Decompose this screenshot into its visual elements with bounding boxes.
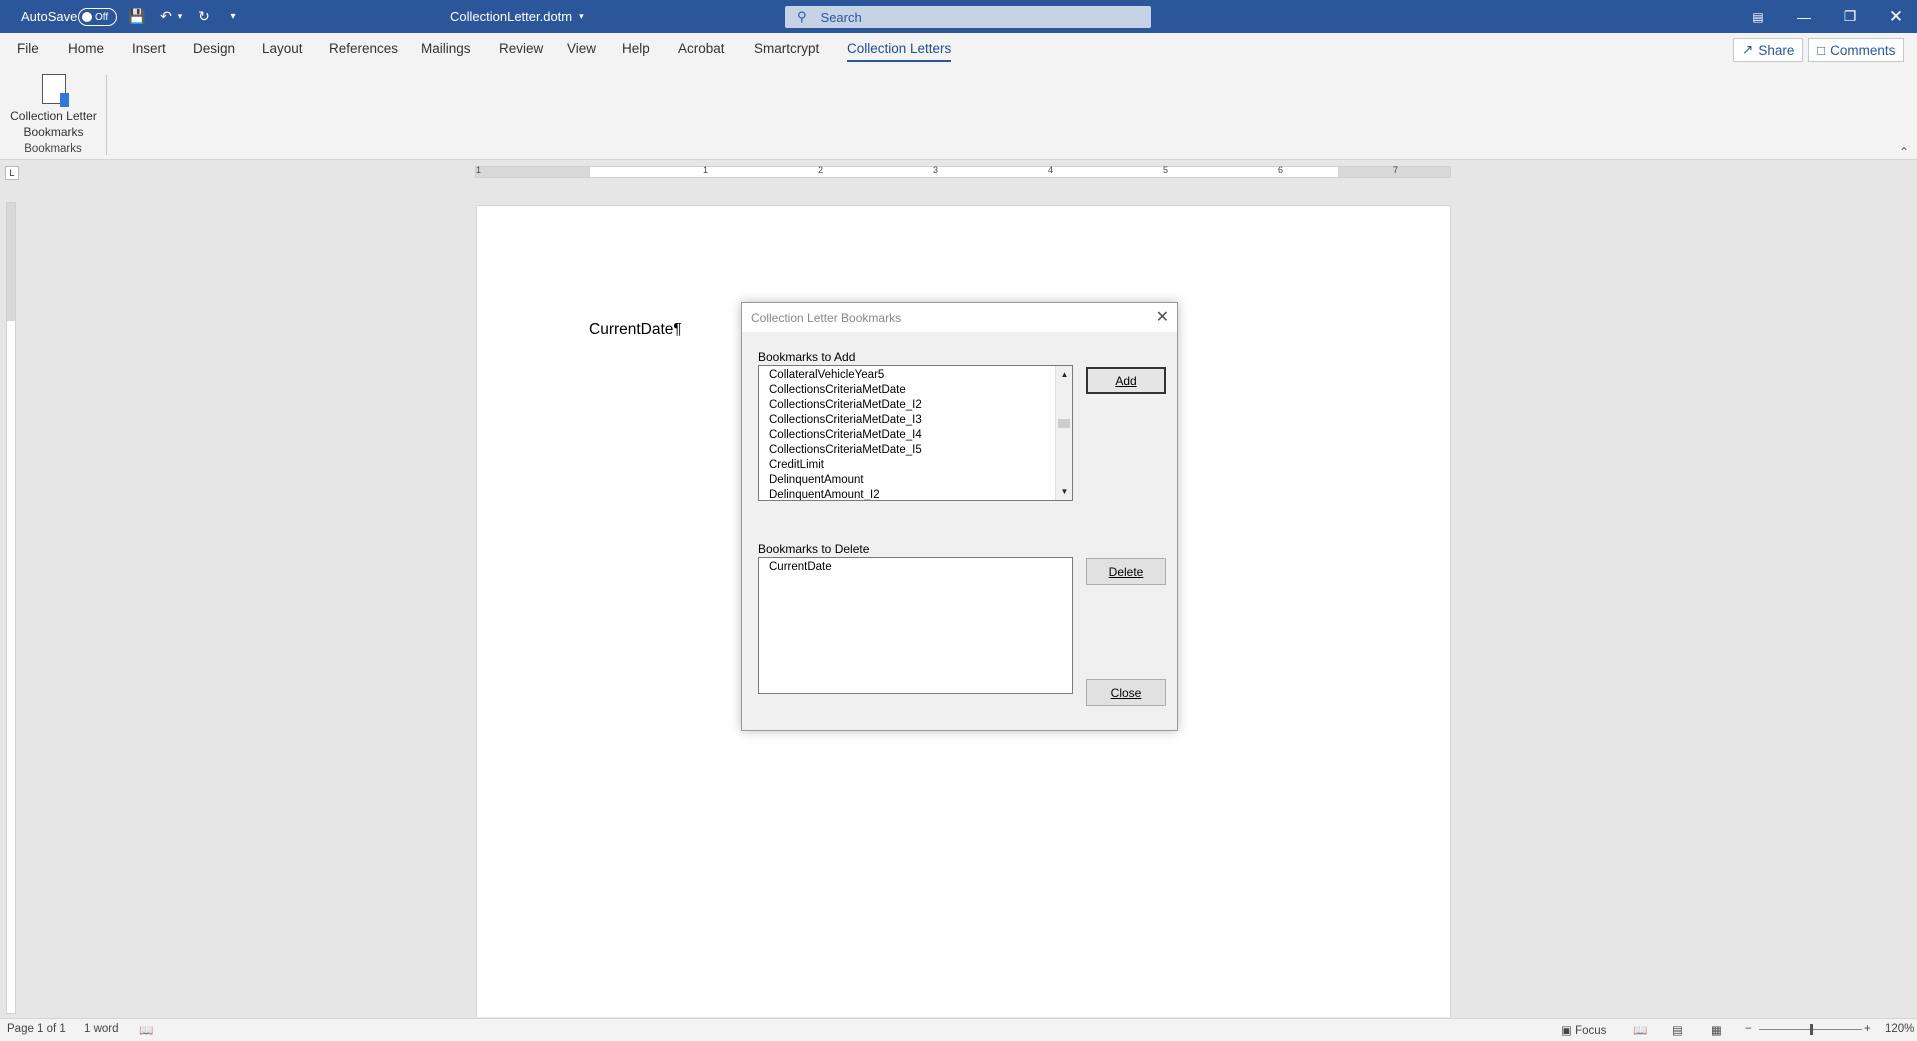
tab-view[interactable]: View <box>567 41 596 56</box>
ribbon-tabs: File Home Insert Design Layout Reference… <box>0 33 1917 67</box>
delete-bookmarks-list[interactable]: CurrentDate <box>758 557 1073 694</box>
focus-button[interactable]: ▣ Focus <box>1561 1023 1606 1037</box>
tab-file[interactable]: File <box>17 41 39 56</box>
list-item[interactable]: CurrentDate <box>759 560 1072 575</box>
toggle-knob-icon <box>82 12 92 22</box>
comments-button[interactable]: □ Comments <box>1808 38 1905 62</box>
restore-icon[interactable]: ❐ <box>1827 0 1873 33</box>
tab-selector[interactable]: L <box>5 166 19 180</box>
list-item[interactable]: DelinquentAmount <box>759 473 1072 488</box>
delete-button[interactable]: Delete <box>1086 558 1166 585</box>
tab-review[interactable]: Review <box>499 41 543 56</box>
ribbon-display-options-icon[interactable]: ▤ <box>1735 0 1781 33</box>
ribbon-separator <box>106 75 107 155</box>
focus-icon: ▣ <box>1561 1025 1576 1037</box>
tab-help[interactable]: Help <box>622 41 650 56</box>
list-item[interactable]: CollectionsCriteriaMetDate_I4 <box>759 428 1072 443</box>
autosave-toggle[interactable]: Off <box>78 8 117 26</box>
undo-icon[interactable]: ↶ <box>156 0 176 33</box>
tab-layout[interactable]: Layout <box>262 41 303 56</box>
document-text[interactable]: CurrentDate¶ <box>589 321 682 339</box>
close-window-icon[interactable]: ✕ <box>1873 0 1917 33</box>
dialog-close-icon[interactable]: ✕ <box>1156 307 1169 327</box>
bookmarks-dialog: Collection Letter Bookmarks ✕ Bookmarks … <box>741 302 1178 731</box>
minimize-icon[interactable]: — <box>1781 0 1827 33</box>
web-layout-icon[interactable]: ▦ <box>1711 1023 1722 1037</box>
zoom-out-icon[interactable]: − <box>1745 1023 1752 1035</box>
list-item[interactable]: CollateralVehicleYear5 <box>759 368 1072 383</box>
read-mode-icon[interactable]: 📖 <box>1633 1023 1647 1037</box>
proofing-icon[interactable]: 📖 <box>139 1023 153 1037</box>
page-count[interactable]: Page 1 of 1 <box>7 1023 66 1035</box>
search-box[interactable]: ⚲ Search <box>785 6 1151 28</box>
list-item[interactable]: CreditLimit <box>759 458 1072 473</box>
list-item[interactable]: DelinquentAmount_I2 <box>759 488 1072 500</box>
search-placeholder: Search <box>820 9 862 25</box>
scroll-thumb[interactable] <box>1058 419 1070 428</box>
print-layout-icon[interactable]: ▤ <box>1672 1023 1683 1037</box>
title-bar: AutoSave Off 💾 ↶ ▾ ↻ ▾ CollectionLetter.… <box>0 0 1917 33</box>
title-dropdown-icon: ▾ <box>579 11 584 21</box>
delete-list-label: Bookmarks to Delete <box>758 542 870 556</box>
add-bookmarks-list[interactable]: CollateralVehicleYear5 CollectionsCriter… <box>758 365 1073 501</box>
document-title[interactable]: CollectionLetter.dotm ▾ <box>450 0 584 33</box>
ribbon-group-label: Bookmarks <box>24 143 82 155</box>
tab-insert[interactable]: Insert <box>132 41 166 56</box>
collection-letter-bookmarks-button[interactable]: Collection Letter Bookmarks <box>6 71 101 141</box>
add-list-label: Bookmarks to Add <box>758 350 856 364</box>
save-icon[interactable]: 💾 <box>127 0 147 33</box>
undo-dropdown-icon[interactable]: ▾ <box>174 0 186 33</box>
list-scrollbar[interactable]: ▲ ▼ <box>1055 366 1072 500</box>
dialog-titlebar[interactable]: Collection Letter Bookmarks ✕ <box>742 303 1177 332</box>
customize-qat-icon[interactable]: ▾ <box>223 0 243 33</box>
close-button[interactable]: Close <box>1086 679 1166 706</box>
word-count[interactable]: 1 word <box>84 1023 119 1035</box>
autosave-label: AutoSave <box>21 9 78 24</box>
comment-icon: □ <box>1817 42 1826 58</box>
share-icon: ↗ <box>1742 42 1754 57</box>
tab-acrobat[interactable]: Acrobat <box>678 41 725 56</box>
tab-references[interactable]: References <box>329 41 398 56</box>
zoom-level[interactable]: 120% <box>1885 1023 1914 1035</box>
tab-collection-letters[interactable]: Collection Letters <box>847 41 952 62</box>
list-item[interactable]: CollectionsCriteriaMetDate_I2 <box>759 398 1072 413</box>
status-bar: Page 1 of 1 1 word 📖 ▣ Focus 📖 ▤ ▦ − + 1… <box>0 1018 1917 1041</box>
tab-smartcrypt[interactable]: Smartcrypt <box>754 41 819 56</box>
collapse-ribbon-icon[interactable]: ⌃ <box>1899 145 1909 159</box>
vertical-ruler[interactable] <box>6 202 16 1014</box>
tab-mailings[interactable]: Mailings <box>421 41 471 56</box>
horizontal-ruler[interactable]: 1 1 2 3 4 5 6 7 <box>475 165 1451 178</box>
dialog-title: Collection Letter Bookmarks <box>751 311 902 325</box>
scroll-down-icon[interactable]: ▼ <box>1056 484 1072 499</box>
redo-icon[interactable]: ↻ <box>194 0 214 33</box>
document-bookmark-icon <box>41 74 69 107</box>
search-icon: ⚲ <box>797 9 807 24</box>
tab-design[interactable]: Design <box>193 41 235 56</box>
ribbon: Collection Letter Bookmarks Bookmarks ⌃ <box>0 67 1917 160</box>
tab-home[interactable]: Home <box>68 41 104 56</box>
share-button[interactable]: ↗ Share <box>1733 38 1804 62</box>
autosave-state: Off <box>95 11 109 23</box>
list-item[interactable]: CollectionsCriteriaMetDate <box>759 383 1072 398</box>
list-item[interactable]: CollectionsCriteriaMetDate_I5 <box>759 443 1072 458</box>
zoom-slider-thumb[interactable] <box>1810 1024 1813 1035</box>
zoom-in-icon[interactable]: + <box>1864 1023 1871 1035</box>
scroll-up-icon[interactable]: ▲ <box>1056 367 1072 382</box>
list-item[interactable]: CollectionsCriteriaMetDate_I3 <box>759 413 1072 428</box>
add-button[interactable]: Add <box>1086 367 1166 394</box>
